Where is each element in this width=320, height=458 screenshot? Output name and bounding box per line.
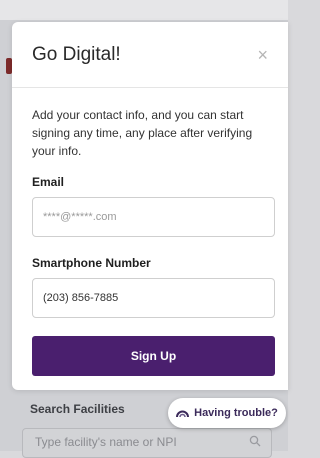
modal-header: Go Digital! × <box>12 22 288 88</box>
rainbow-icon <box>176 410 190 417</box>
facility-search-input[interactable]: Type facility's name or NPI <box>22 428 272 458</box>
facility-search-placeholder: Type facility's name or NPI <box>35 435 177 449</box>
modal-body: Add your contact info, and you can start… <box>12 88 288 376</box>
intro-text: Add your contact info, and you can start… <box>32 108 253 158</box>
having-trouble-label: Having trouble? <box>194 407 278 419</box>
search-icon <box>249 435 261 447</box>
email-field[interactable] <box>32 197 275 237</box>
go-digital-modal: Go Digital! × Add your contact info, and… <box>12 22 288 390</box>
modal-title: Go Digital! <box>32 43 121 65</box>
email-label: Email <box>32 175 65 189</box>
having-trouble-button[interactable]: Having trouble? <box>168 398 286 428</box>
close-icon[interactable]: × <box>257 46 268 64</box>
phone-field[interactable] <box>32 278 275 318</box>
background-header <box>0 0 288 20</box>
sign-up-button[interactable]: Sign Up <box>32 336 275 376</box>
phone-label: Smartphone Number <box>32 256 151 270</box>
search-facilities-label: Search Facilities <box>30 402 125 416</box>
